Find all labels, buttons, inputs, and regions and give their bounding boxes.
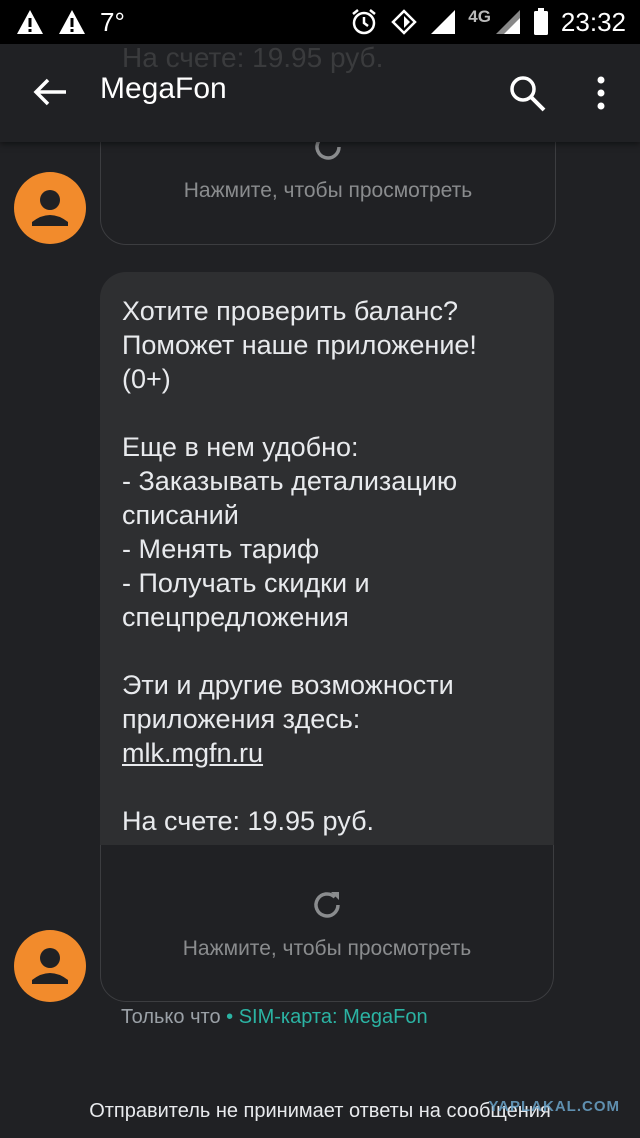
avatar[interactable] <box>14 172 86 244</box>
app-bar: На счете: 19.95 руб. MegaFon <box>0 42 640 142</box>
clock: 23:32 <box>560 7 626 37</box>
wifi-signal-icon <box>431 10 456 34</box>
message-text: Хотите проверить баланс? Поможет наше пр… <box>100 272 554 838</box>
meta-separator: • <box>220 1006 239 1028</box>
tap-to-view-label[interactable]: Нажмите, чтобы просмотреть <box>101 937 553 961</box>
status-bar: 7° 4G 23:32 <box>0 0 640 44</box>
person-icon <box>32 948 68 984</box>
message-link[interactable]: mlk.mgfn.ru <box>122 738 263 768</box>
temperature: 7° <box>100 7 125 37</box>
message-bubble[interactable]: Хотите проверить баланс? Поможет наше пр… <box>100 272 554 1002</box>
battery-icon <box>533 8 548 35</box>
message-body: Хотите проверить баланс? Поможет наше пр… <box>122 296 477 734</box>
conversation-title: MegaFon <box>100 72 227 105</box>
alarm-icon <box>352 9 377 35</box>
message-meta: Только что • SIM-карта: MegaFon <box>121 1006 428 1029</box>
sim-label: SIM-карта: MegaFon <box>238 1006 428 1028</box>
scrolled-text: На счете: 19.95 руб. <box>122 42 384 73</box>
message-time: Только что <box>121 1006 221 1028</box>
tap-to-view-label[interactable]: Нажмите, чтобы просмотреть <box>101 179 555 203</box>
back-arrow-icon[interactable] <box>28 70 72 114</box>
media-preview[interactable]: Нажмите, чтобы просмотреть <box>100 845 554 1002</box>
more-options-icon[interactable] <box>584 72 618 116</box>
data-saver-icon <box>391 9 418 35</box>
warning-icon <box>59 10 85 34</box>
watermark: YAPLAKAL.COM <box>488 1098 620 1115</box>
warning-icon <box>17 10 43 34</box>
search-icon[interactable] <box>506 72 550 116</box>
balance-text: На счете: 19.95 руб. <box>122 806 375 836</box>
network-type: 4G <box>468 7 491 26</box>
person-icon <box>32 190 68 226</box>
refresh-icon <box>314 892 340 918</box>
avatar[interactable] <box>14 930 86 1002</box>
cell-signal-icon <box>495 10 520 34</box>
